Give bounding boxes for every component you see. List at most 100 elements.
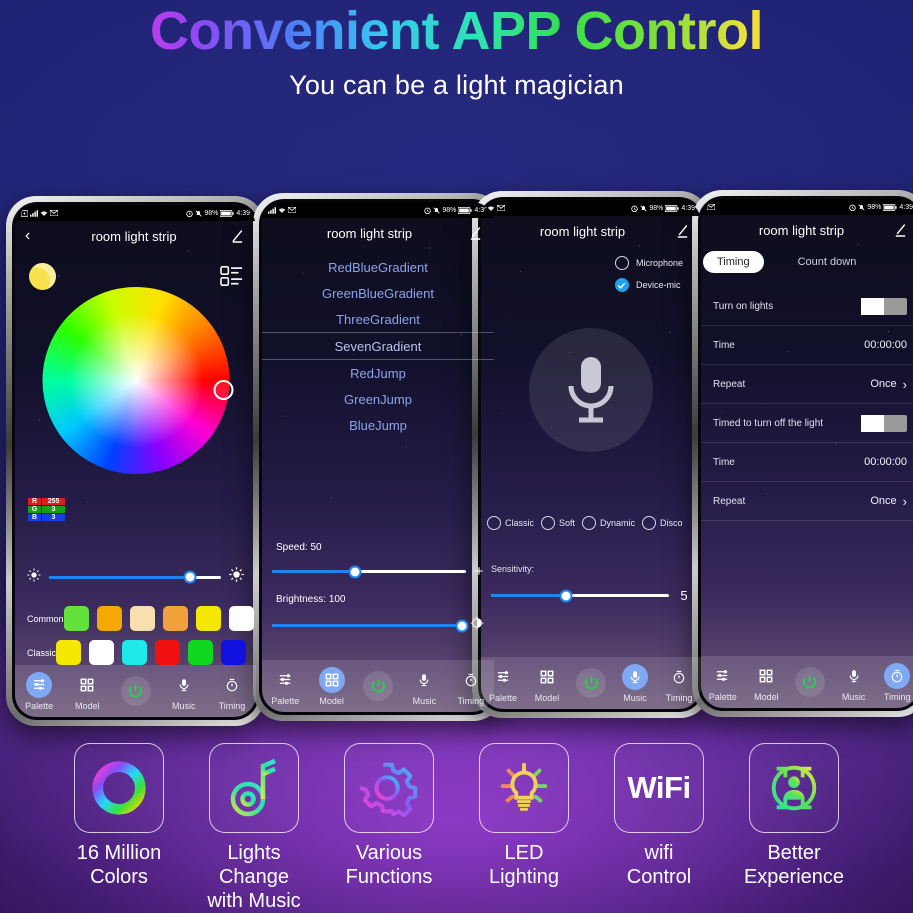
sensitivity-slider-handle[interactable]	[559, 589, 573, 602]
color-wheel-handle[interactable]	[213, 380, 233, 400]
color-wheel[interactable]	[42, 287, 233, 474]
mic-button[interactable]	[529, 328, 653, 452]
color-swatch[interactable]	[96, 606, 122, 631]
mode-list-item[interactable]: SevenGradient	[262, 332, 494, 360]
bottom-nav: Palette Model Music Timing	[481, 657, 701, 709]
timing-tab[interactable]: Count down	[784, 251, 871, 273]
toggle-switch[interactable]	[861, 297, 907, 315]
phone-bezel-inner: 98% 4:39 room light strip Timing Count do…	[698, 196, 913, 711]
color-swatch[interactable]	[195, 606, 221, 631]
color-swatch[interactable]	[228, 606, 254, 631]
nav-palette-label: Palette	[488, 692, 518, 703]
mode-list-item[interactable]: ThreeGradient	[262, 306, 494, 332]
mode-list-item[interactable]: GreenBlueGradient	[262, 280, 494, 306]
radio-checked-icon[interactable]	[614, 278, 629, 292]
radio-unchecked-icon[interactable]	[642, 516, 657, 530]
color-swatch[interactable]	[188, 640, 214, 665]
mic-source-option[interactable]: Device-mic	[614, 278, 683, 292]
feature-label-line1: Lights Change	[218, 842, 290, 888]
pencil-icon[interactable]	[674, 223, 691, 240]
brightness-high-icon	[229, 567, 244, 587]
timing-row[interactable]: Time 00:00:00	[701, 443, 913, 482]
microphone-icon	[841, 663, 867, 689]
timing-tab[interactable]: Timing	[703, 251, 764, 273]
nav-timing[interactable]: Timing	[657, 664, 701, 703]
brightness-slider-row	[27, 567, 244, 587]
sensitivity-slider[interactable]	[491, 589, 669, 602]
feature-label-line2: Colors	[90, 866, 148, 888]
current-color-indicator[interactable]	[29, 263, 56, 290]
radio-unchecked-icon[interactable]	[614, 256, 629, 270]
radio-unchecked-icon[interactable]	[487, 516, 501, 530]
nav-palette[interactable]: Palette	[701, 663, 745, 702]
brightness-slider-handle[interactable]	[183, 570, 197, 584]
brightness-slider[interactable]	[272, 619, 469, 632]
mic-source-label: Microphone	[635, 258, 683, 268]
music-mode-option[interactable]: Classic	[487, 516, 534, 530]
list-view-icon[interactable]	[220, 265, 244, 287]
feature-strip: 16 Million Colors Lights Change with Music V…	[0, 743, 913, 913]
nav-model[interactable]: Model	[525, 664, 569, 703]
nav-palette[interactable]: Palette	[481, 664, 525, 703]
mode-list-item[interactable]: GreenJump	[262, 386, 494, 412]
timing-row[interactable]: Turn on lights	[701, 287, 913, 326]
color-swatch[interactable]	[221, 640, 247, 665]
chevron-right-icon[interactable]: ›	[903, 494, 907, 509]
nav-music[interactable]: Music	[401, 667, 447, 706]
color-swatch[interactable]	[122, 640, 148, 665]
toggle-switch[interactable]	[861, 414, 907, 432]
brightness-label-text: Brightness:	[276, 594, 327, 605]
nav-music[interactable]: Music	[160, 672, 208, 711]
color-swatch[interactable]	[89, 640, 115, 665]
nav-palette[interactable]: Palette	[262, 667, 308, 706]
nav-music[interactable]: Music	[832, 663, 876, 702]
timing-row[interactable]: Repeat Once ›	[701, 482, 913, 521]
nav-power[interactable]	[788, 667, 832, 697]
nav-music-label: Music	[623, 692, 647, 703]
brightness-slider[interactable]	[49, 570, 221, 584]
nav-power[interactable]	[111, 676, 159, 706]
gear-icon	[344, 743, 434, 833]
nav-timing[interactable]: Timing	[875, 662, 913, 702]
speed-slider-handle[interactable]	[348, 565, 362, 578]
pencil-icon[interactable]	[229, 228, 246, 245]
nav-palette[interactable]: Palette	[15, 671, 63, 711]
timing-row[interactable]: Repeat Once ›	[701, 365, 913, 404]
nav-model-label: Model	[534, 692, 560, 703]
nav-power[interactable]	[569, 668, 613, 698]
nav-model[interactable]: Model	[745, 663, 789, 702]
color-swatch[interactable]	[155, 640, 181, 665]
music-mode-option[interactable]: Dynamic	[582, 516, 635, 530]
brightness-slider-handle[interactable]	[455, 619, 469, 632]
color-swatch[interactable]	[129, 606, 155, 631]
speed-slider[interactable]	[272, 565, 466, 578]
color-swatch[interactable]	[63, 606, 89, 631]
nav-model[interactable]: Model	[308, 666, 354, 706]
chevron-left-icon[interactable]: ‹	[25, 228, 39, 244]
mode-list-item[interactable]: RedJump	[262, 360, 494, 386]
mode-list-item[interactable]: RedBlueGradient	[262, 254, 494, 280]
nav-power[interactable]	[355, 671, 401, 701]
nav-model[interactable]: Model	[63, 672, 111, 711]
feature-label-line2: Experience	[743, 866, 845, 888]
nav-timing[interactable]: Timing	[208, 672, 256, 711]
feature-item: 16 Million Colors	[64, 743, 174, 889]
music-mode-option[interactable]: Soft	[541, 516, 575, 530]
color-swatch[interactable]	[56, 640, 82, 665]
radio-unchecked-icon[interactable]	[582, 516, 597, 530]
music-mode-option[interactable]: Disco	[642, 516, 683, 530]
mode-list-item[interactable]: BlueJump	[262, 412, 494, 438]
color-swatch[interactable]	[162, 606, 188, 631]
radio-unchecked-icon[interactable]	[541, 516, 556, 530]
chevron-right-icon[interactable]: ›	[903, 377, 907, 392]
battery-percent: 98%	[204, 209, 219, 217]
rgb-g-key: G	[28, 506, 41, 513]
microphone-icon	[568, 357, 614, 423]
mic-source-option[interactable]: Microphone	[614, 256, 683, 270]
screen-music: 98% 4:39 room light strip Microphone Devi…	[481, 200, 701, 709]
timing-row[interactable]: Timed to turn off the light	[701, 404, 913, 443]
nav-music[interactable]: Music	[613, 663, 657, 703]
lightbulb-icon	[479, 743, 569, 833]
pencil-icon[interactable]	[892, 222, 909, 239]
timing-row[interactable]: Time 00:00:00	[701, 326, 913, 365]
